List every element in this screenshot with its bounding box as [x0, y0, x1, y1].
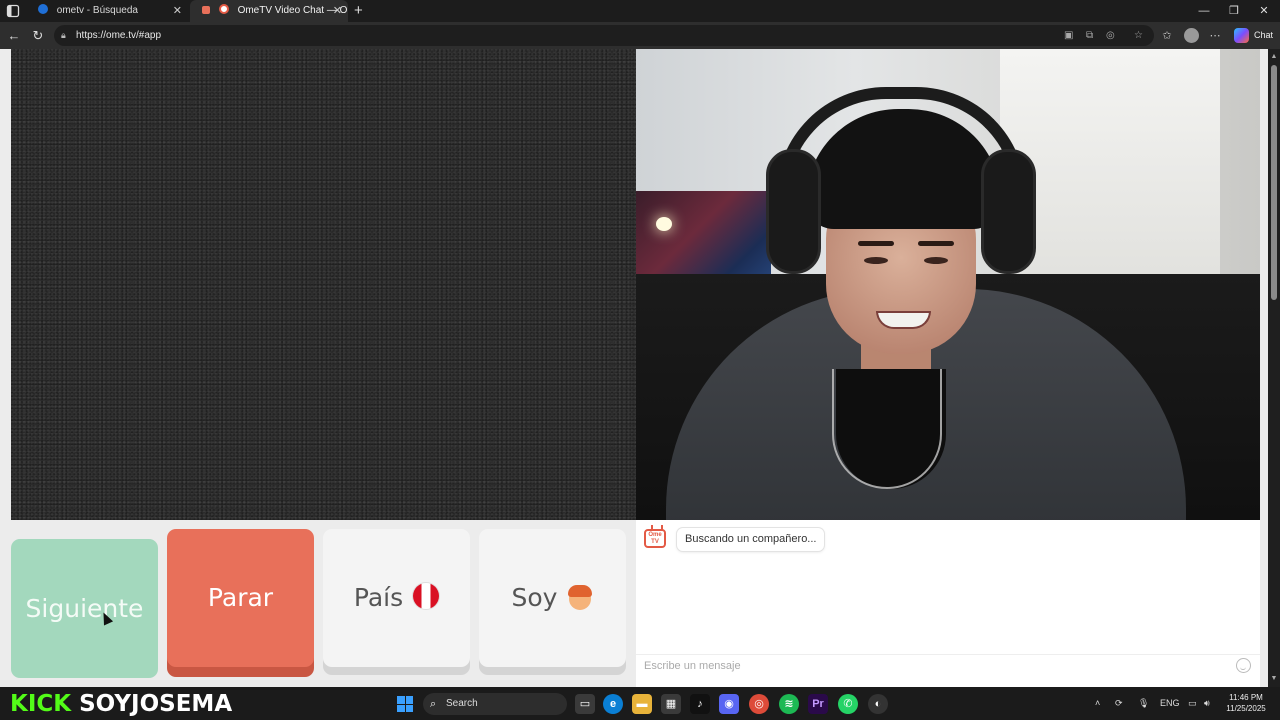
- obs-icon[interactable]: ◐: [868, 694, 888, 714]
- more-menu-icon[interactable]: ⋯: [1206, 27, 1224, 45]
- taskbar-search[interactable]: ⌕ Search: [423, 693, 567, 715]
- person-brow-left: [858, 241, 894, 246]
- gender-label: Soy: [511, 583, 558, 612]
- store-icon[interactable]: ▦: [661, 694, 681, 714]
- browser-tab-bar: ometv - Búsqueda ✕ OmeTV Video Chat — Om…: [0, 0, 1280, 22]
- person-chain: [832, 369, 942, 489]
- search-label: Search: [446, 698, 478, 709]
- ometv-app: Siguiente Parar País Soy Ome TV Buscando …: [0, 49, 1280, 687]
- peru-flag-icon: [413, 583, 440, 609]
- spotify-icon[interactable]: ≋: [779, 694, 799, 714]
- profile-avatar[interactable]: [1184, 28, 1199, 43]
- premiere-pro-icon[interactable]: Pr: [808, 694, 828, 714]
- chrome-icon[interactable]: ◎: [749, 694, 769, 714]
- copilot-label: Chat: [1254, 30, 1274, 40]
- person-eye-right: [924, 257, 948, 264]
- clock-date: 11/25/2025: [1226, 704, 1266, 713]
- ometv-favicon-icon: [218, 4, 229, 14]
- search-favicon-icon: [38, 4, 48, 14]
- background-lamp: [656, 217, 672, 231]
- self-webcam-feed: [636, 49, 1260, 520]
- tab-title: OmeTV Video Chat — Omeg: [237, 5, 348, 16]
- favorite-star-icon[interactable]: ☆: [1134, 25, 1143, 46]
- country-filter-button[interactable]: País: [323, 529, 470, 667]
- next-label: Siguiente: [25, 594, 144, 623]
- scroll-up-icon[interactable]: ▲: [1268, 51, 1280, 63]
- next-button[interactable]: Siguiente: [11, 539, 158, 678]
- show-hidden-icons[interactable]: ˄: [1095, 696, 1100, 710]
- headphone-right: [981, 149, 1036, 274]
- tab-ometv-search[interactable]: ometv - Búsqueda ✕: [26, 0, 188, 22]
- close-tab-icon[interactable]: ✕: [333, 0, 342, 22]
- message-placeholder: Escribe un mensaje: [644, 660, 741, 672]
- site-info-icon[interactable]: 🔒︎: [61, 25, 66, 46]
- headphone-left: [766, 149, 821, 274]
- close-tab-icon[interactable]: ✕: [173, 0, 182, 22]
- tab-ometv-video-chat[interactable]: OmeTV Video Chat — Omeg ✕: [190, 0, 348, 22]
- search-icon: ⌕: [430, 698, 437, 710]
- ometv-logo-icon: Ome TV: [644, 529, 666, 548]
- discord-icon[interactable]: ◉: [719, 694, 739, 714]
- stream-overlay: KICK SOYJOSEMA: [10, 691, 233, 717]
- media-indicator-icon: [202, 6, 210, 14]
- minimize-button[interactable]: —: [1188, 0, 1220, 22]
- kick-logo: KICK: [10, 691, 72, 717]
- copilot-chat-button[interactable]: Chat: [1232, 26, 1273, 45]
- tiktok-icon[interactable]: ♪: [690, 694, 710, 714]
- url-text: https://ome.tv/#app: [76, 30, 162, 41]
- tab-title: ometv - Búsqueda: [56, 5, 138, 16]
- reload-icon[interactable]: ↻: [28, 26, 48, 45]
- language-indicator[interactable]: ENG: [1160, 696, 1180, 710]
- stranger-video-feed: [11, 49, 636, 520]
- file-explorer-icon[interactable]: ▬: [632, 694, 652, 714]
- copilot-icon: [1234, 28, 1249, 43]
- microphone-icon[interactable]: 🎙︎: [1138, 696, 1149, 710]
- system-message: Buscando un compañero...: [677, 528, 825, 551]
- person-eye-left: [864, 257, 888, 264]
- reader-icon[interactable]: ◎: [1106, 25, 1115, 46]
- country-label: País: [353, 583, 404, 612]
- stop-button[interactable]: Parar: [167, 529, 314, 667]
- maximize-button[interactable]: ❐: [1218, 0, 1250, 22]
- stop-label: Parar: [207, 583, 274, 612]
- close-window-button[interactable]: ✕: [1248, 0, 1280, 22]
- clock-time: 11:46 PM: [1229, 693, 1263, 702]
- windows-start-icon[interactable]: [397, 696, 413, 712]
- gender-select-button[interactable]: Soy: [479, 529, 626, 667]
- back-arrow-icon[interactable]: ←: [4, 26, 24, 45]
- whatsapp-icon[interactable]: ✆: [838, 694, 858, 714]
- streamer-name: SOYJOSEMA: [79, 691, 233, 717]
- network-icon[interactable]: ▭: [1188, 696, 1197, 710]
- scroll-thumb[interactable]: [1271, 65, 1277, 300]
- new-tab-button[interactable]: +: [354, 0, 363, 22]
- address-bar[interactable]: 🔒︎ https://ome.tv/#app ▣ ⧉ ◎ ☆: [54, 25, 1154, 46]
- chat-panel: Ome TV Buscando un compañero... Escribe u…: [636, 520, 1260, 687]
- message-input[interactable]: Escribe un mensaje: [636, 654, 1260, 676]
- boy-emoji-icon: [567, 584, 593, 610]
- page-scrollbar[interactable]: ▲ ▼: [1268, 49, 1280, 687]
- browser-toolbar: ← ↻ 🔒︎ https://ome.tv/#app ▣ ⧉ ◎ ☆ ✩ ⋯ C…: [0, 22, 1280, 49]
- task-view-icon[interactable]: ▭: [575, 694, 595, 714]
- system-clock[interactable]: 11:46 PM 11/25/2025: [1226, 692, 1266, 714]
- camera-in-use-icon[interactable]: ▣: [1064, 25, 1073, 46]
- edge-browser-icon[interactable]: e: [603, 694, 623, 714]
- windows-taskbar: KICK SOYJOSEMA ⌕ Search ▭ e ▬ ▦ ♪ ◉ ◎ ≋ P…: [0, 687, 1280, 720]
- favorites-icon[interactable]: ✩: [1158, 27, 1176, 45]
- scroll-down-icon[interactable]: ▼: [1268, 673, 1280, 685]
- emoji-icon[interactable]: [1236, 658, 1251, 673]
- tab-actions-icon[interactable]: [6, 4, 20, 18]
- person-brow-right: [918, 241, 954, 246]
- sync-icon[interactable]: ⟳: [1115, 696, 1123, 710]
- volume-icon[interactable]: 🔊︎: [1204, 696, 1210, 710]
- open-in-app-icon[interactable]: ⧉: [1086, 25, 1093, 46]
